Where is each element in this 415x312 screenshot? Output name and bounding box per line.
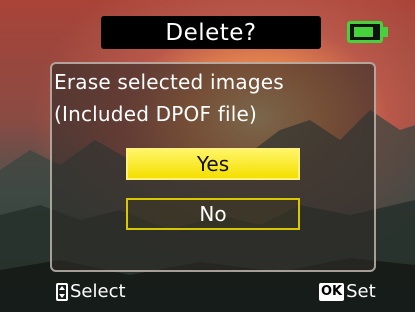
battery-icon bbox=[347, 21, 383, 43]
message-line-2: (Included DPOF file) bbox=[54, 102, 257, 126]
title-bar: Delete? bbox=[101, 16, 321, 49]
ok-button-icon: OK bbox=[319, 282, 345, 301]
no-button[interactable]: No bbox=[126, 198, 300, 230]
up-down-arrows-icon bbox=[56, 282, 68, 301]
footer-set-hint: OK Set bbox=[319, 281, 376, 302]
message-line-1: Erase selected images bbox=[54, 70, 284, 94]
battery-tip bbox=[383, 27, 388, 37]
select-label: Select bbox=[70, 281, 126, 302]
dialog-title: Delete? bbox=[165, 19, 257, 46]
camera-screen: Delete? Erase selected images (Included … bbox=[0, 0, 415, 312]
footer-select-hint: Select bbox=[56, 281, 126, 302]
yes-button[interactable]: Yes bbox=[126, 148, 300, 180]
battery-level bbox=[354, 27, 373, 37]
set-label: Set bbox=[346, 281, 376, 302]
